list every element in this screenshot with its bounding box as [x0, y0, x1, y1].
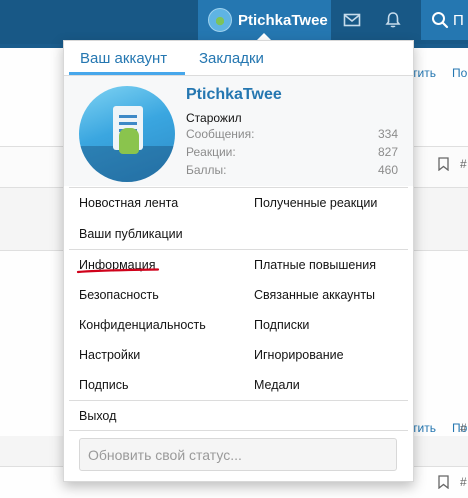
divider [69, 249, 408, 250]
bell-icon [385, 12, 401, 28]
bookmark-icon[interactable] [438, 157, 449, 171]
menu-item-news-feed[interactable]: Новостная лента [79, 196, 178, 210]
tab-bookmarks[interactable]: Закладки [199, 50, 264, 67]
search-button[interactable]: П [421, 0, 468, 40]
alerts-button[interactable] [375, 0, 411, 40]
bg-hash[interactable]: # [460, 475, 467, 489]
menu-tabs: Ваш аккаунт Закладки [64, 41, 413, 76]
bg-link[interactable]: По [452, 66, 467, 80]
menu-item-ignoring[interactable]: Игнорирование [254, 348, 344, 362]
account-menu: Ваш аккаунт Закладки PtichkaTwee Старожи… [63, 40, 414, 482]
stat-value: 334 [377, 127, 398, 141]
active-tab-indicator [69, 72, 185, 75]
bg-link[interactable]: тить [412, 421, 436, 435]
bg-hash[interactable]: # [460, 421, 467, 435]
menu-item-connected-accounts[interactable]: Связанные аккаунты [254, 288, 375, 302]
envelope-icon [343, 13, 361, 27]
menu-item-paid-upgrades[interactable]: Платные повышения [254, 258, 376, 272]
menu-item-medals[interactable]: Медали [254, 378, 300, 392]
inbox-button[interactable] [334, 0, 370, 40]
stat-label: Баллы: [186, 163, 227, 177]
tab-your-account[interactable]: Ваш аккаунт [80, 50, 167, 67]
search-label: П [453, 11, 464, 29]
top-navigation-bar: PtichkaTwee П [0, 0, 468, 44]
menu-item-logout[interactable]: Выход [79, 409, 116, 423]
menu-item-security[interactable]: Безопасность [79, 288, 159, 302]
profile-username[interactable]: PtichkaTwee [186, 86, 282, 104]
red-underline-annotation [76, 268, 160, 274]
stat-messages: Сообщения: 334 [186, 127, 398, 141]
stat-label: Реакции: [186, 145, 236, 159]
stat-label: Сообщения: [186, 127, 255, 141]
menu-item-your-content[interactable]: Ваши публикации [79, 227, 183, 241]
divider [69, 187, 408, 188]
avatar [208, 8, 232, 32]
profile-avatar[interactable] [79, 86, 175, 182]
menu-item-reactions-received[interactable]: Полученные реакции [254, 196, 377, 210]
menu-item-signature[interactable]: Подпись [79, 378, 128, 392]
divider [69, 400, 408, 401]
stat-value: 460 [377, 163, 398, 177]
menu-item-following[interactable]: Подписки [254, 318, 309, 332]
bg-link[interactable]: тить [412, 66, 436, 80]
menu-item-preferences[interactable]: Настройки [79, 348, 140, 362]
profile-rank: Старожил [186, 111, 242, 125]
bg-hash[interactable]: # [460, 157, 467, 171]
stat-points: Баллы: 460 [186, 163, 398, 177]
stat-value: 827 [377, 145, 398, 159]
search-icon [432, 12, 449, 29]
divider [69, 430, 408, 431]
status-input[interactable] [79, 438, 397, 471]
bookmark-icon[interactable] [438, 475, 449, 489]
stat-reactions: Реакции: 827 [186, 145, 398, 159]
account-name: PtichkaTwee [238, 11, 328, 29]
menu-item-privacy[interactable]: Конфиденциальность [79, 318, 206, 332]
